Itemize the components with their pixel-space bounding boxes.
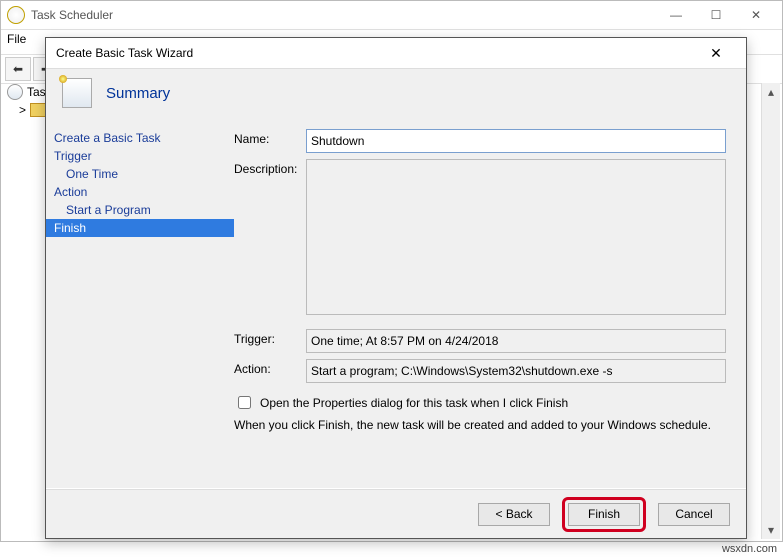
tree-root-label: Tas xyxy=(27,85,46,99)
description-textarea[interactable] xyxy=(306,159,726,315)
clock-icon xyxy=(7,84,23,100)
app-clock-icon xyxy=(7,6,25,24)
label-name: Name: xyxy=(234,129,306,146)
step-finish[interactable]: Finish xyxy=(46,219,234,237)
trigger-value xyxy=(306,329,726,353)
menu-file[interactable]: File xyxy=(7,32,26,46)
cancel-button[interactable]: Cancel xyxy=(658,503,730,526)
wizard-clock-icon xyxy=(62,78,92,108)
step-action-start-program[interactable]: Start a Program xyxy=(46,201,234,219)
wizard-title: Create Basic Task Wizard xyxy=(56,46,193,60)
name-input[interactable] xyxy=(306,129,726,153)
label-description: Description: xyxy=(234,159,306,176)
finish-highlight: Finish xyxy=(562,497,646,532)
scroll-up-icon[interactable]: ▴ xyxy=(768,83,774,101)
wizard-header-title: Summary xyxy=(106,85,170,102)
minimize-button[interactable]: — xyxy=(656,4,696,26)
scroll-down-icon[interactable]: ▾ xyxy=(768,521,774,539)
wizard-close-button[interactable]: ✕ xyxy=(696,41,736,65)
open-properties-checkbox[interactable] xyxy=(238,396,251,409)
wizard-title-bar: Create Basic Task Wizard ✕ xyxy=(46,38,746,68)
window-title: Task Scheduler xyxy=(31,8,113,22)
label-trigger: Trigger: xyxy=(234,329,306,346)
wizard-footer: < Back Finish Cancel xyxy=(46,489,746,538)
create-basic-task-wizard: Create Basic Task Wizard ✕ Summary Creat… xyxy=(45,37,747,539)
wizard-body: Summary Create a Basic Task Trigger One … xyxy=(46,68,746,488)
right-scrollbar[interactable]: ▴ ▾ xyxy=(761,83,780,539)
open-properties-label: Open the Properties dialog for this task… xyxy=(260,396,568,410)
title-bar: Task Scheduler — ☐ ✕ xyxy=(1,1,782,30)
summary-form: Name: Description: Trigger: Action: xyxy=(234,129,746,488)
nav-back-button[interactable]: ⬅ xyxy=(5,57,31,81)
back-button[interactable]: < Back xyxy=(478,503,550,526)
action-value xyxy=(306,359,726,383)
finish-button[interactable]: Finish xyxy=(568,503,640,526)
folder-icon xyxy=(30,103,46,117)
step-trigger[interactable]: Trigger xyxy=(46,147,234,165)
wizard-header: Summary xyxy=(46,69,746,117)
tree-expand-icon: > xyxy=(19,103,26,117)
close-button[interactable]: ✕ xyxy=(736,4,776,26)
step-action[interactable]: Action xyxy=(46,183,234,201)
step-trigger-one-time[interactable]: One Time xyxy=(46,165,234,183)
label-action: Action: xyxy=(234,359,306,376)
wizard-steps: Create a Basic Task Trigger One Time Act… xyxy=(46,129,234,488)
step-create-basic-task[interactable]: Create a Basic Task xyxy=(46,129,234,147)
wizard-info-text: When you click Finish, the new task will… xyxy=(234,418,726,432)
watermark: wsxdn.com xyxy=(722,543,777,555)
maximize-button[interactable]: ☐ xyxy=(696,4,736,26)
